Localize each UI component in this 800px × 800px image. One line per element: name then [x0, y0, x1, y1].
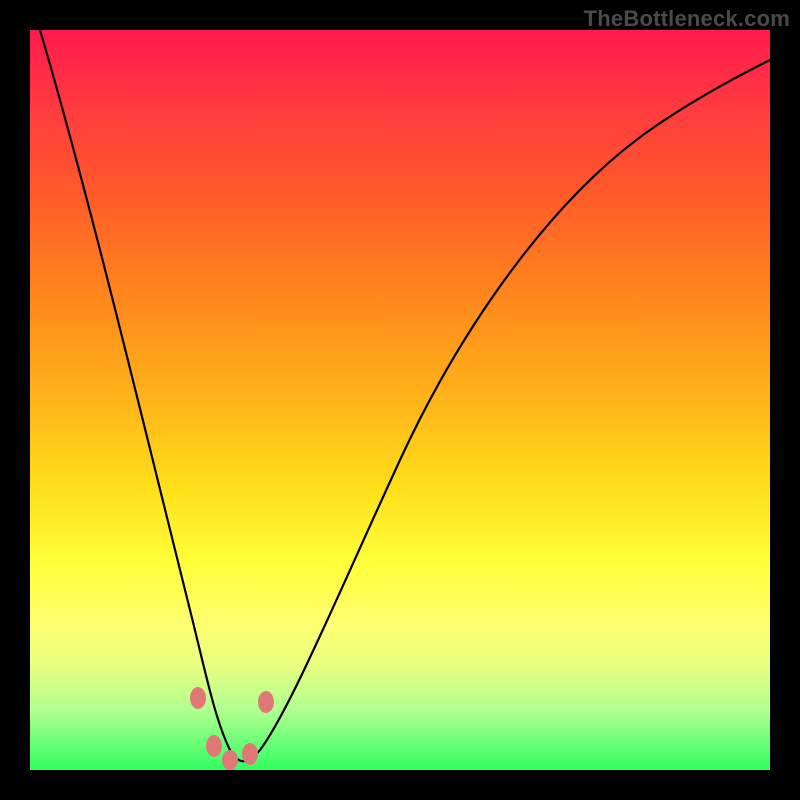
- curve-marker: [258, 691, 274, 713]
- chart-plot-area: [30, 30, 770, 770]
- curve-marker: [190, 687, 206, 709]
- bottleneck-curve: [40, 30, 770, 761]
- bottleneck-curve-svg: [30, 30, 770, 770]
- curve-marker: [206, 735, 222, 757]
- curve-marker: [242, 743, 258, 765]
- curve-marker: [222, 750, 238, 770]
- watermark-text: TheBottleneck.com: [584, 6, 790, 32]
